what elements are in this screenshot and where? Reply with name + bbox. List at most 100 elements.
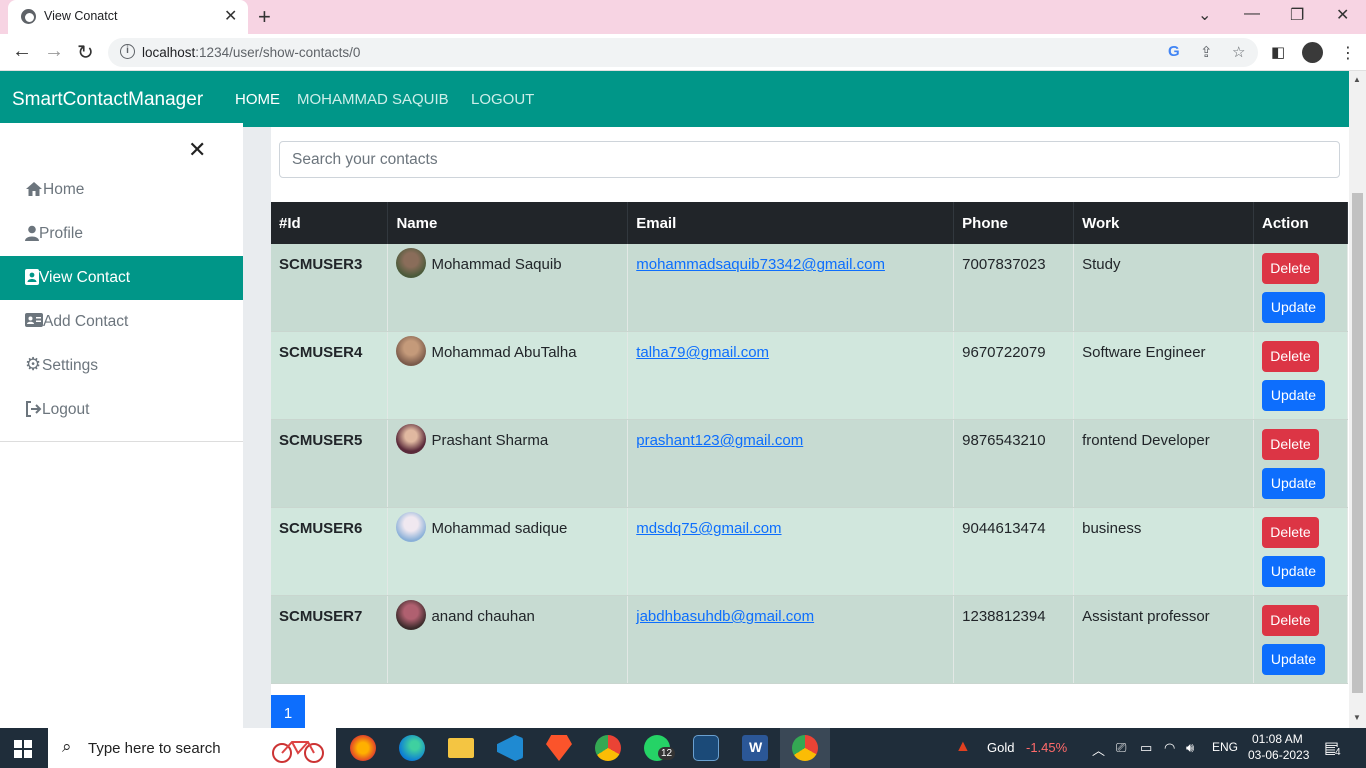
table-row: SCMUSER3 Mohammad Saquib mohammadsaquib7… — [271, 244, 1349, 332]
google-icon[interactable]: G — [1168, 43, 1180, 60]
sidebar-item-logout[interactable]: Logout — [0, 388, 243, 432]
contact-id: SCMUSER4 — [271, 331, 389, 420]
scroll-thumb[interactable] — [1352, 193, 1363, 693]
brand-logo[interactable]: SmartContactManager — [12, 89, 203, 111]
update-button[interactable]: Update — [1261, 292, 1325, 323]
delete-button[interactable]: Delete — [1261, 253, 1319, 284]
globe-icon — [21, 9, 36, 24]
battery-icon[interactable]: ▭ — [1140, 740, 1152, 756]
gold-label[interactable]: Gold — [987, 740, 1014, 755]
mysql-workbench-icon[interactable] — [693, 735, 719, 761]
windows-taskbar: ⌕ Type here to search 12 W ▲ Gold -1.45%… — [0, 728, 1366, 768]
tab-close-icon[interactable]: ✕ — [224, 6, 237, 26]
contact-avatar — [396, 248, 427, 278]
sidebar-item-label: Settings — [42, 357, 99, 374]
volume-icon[interactable]: 🔊︎ — [1186, 740, 1194, 756]
clock-time[interactable]: 01:08 AM — [1252, 732, 1303, 746]
header-phone: Phone — [953, 202, 1075, 244]
update-button[interactable]: Update — [1261, 556, 1325, 587]
wifi-icon[interactable]: ◠ — [1164, 740, 1175, 756]
app-navbar: SmartContactManager HOME MOHAMMAD SAQUIB… — [0, 71, 1349, 127]
firefox-icon[interactable] — [350, 735, 376, 761]
menu-icon[interactable]: ⋮ — [1340, 43, 1356, 63]
browser-tab[interactable]: View Conatct ✕ — [8, 0, 248, 34]
contact-name-cell: Mohammad Saquib — [387, 244, 629, 332]
forward-icon[interactable]: → — [44, 40, 64, 63]
pagination-page-1[interactable]: 1 — [271, 695, 305, 728]
minimize-icon[interactable]: — — [1244, 5, 1260, 23]
clock-date[interactable]: 03-06-2023 — [1248, 748, 1309, 762]
tab-search-icon[interactable]: ⌄ — [1198, 5, 1211, 25]
language-indicator[interactable]: ENG — [1212, 740, 1238, 754]
contact-email-link[interactable]: prashant123@gmail.com — [636, 432, 803, 449]
search-icon: ⌕ — [62, 737, 72, 756]
table-row: SCMUSER5 Prashant Sharma prashant123@gma… — [271, 419, 1349, 508]
contact-work: business — [1073, 507, 1254, 596]
share-icon[interactable]: ⇪ — [1200, 43, 1213, 61]
address-bar[interactable]: i localhost:1234/user/show-contacts/0 G … — [108, 38, 1258, 67]
contact-actions: Delete Update — [1253, 331, 1349, 420]
windows-start-icon[interactable] — [14, 740, 32, 758]
contact-id: SCMUSER7 — [271, 595, 389, 684]
delete-button[interactable]: Delete — [1261, 429, 1319, 460]
taskbar-search[interactable]: ⌕ Type here to search — [48, 728, 336, 768]
update-button[interactable]: Update — [1261, 380, 1325, 411]
window-close-icon[interactable]: ✕ — [1336, 5, 1349, 25]
back-icon[interactable]: ← — [12, 40, 32, 63]
tray-chevron-icon[interactable]: ︿ — [1092, 740, 1105, 759]
nav-user-link[interactable]: MOHAMMAD SAQUIB — [297, 91, 449, 108]
contact-phone: 7007837023 — [953, 244, 1075, 332]
contact-avatar — [396, 424, 427, 454]
sidebar-divider — [0, 441, 243, 442]
whatsapp-icon[interactable]: 12 — [644, 735, 676, 761]
edge-icon[interactable] — [399, 735, 425, 761]
gold-change: -1.45% — [1026, 740, 1068, 755]
contact-name: anand chauhan — [431, 608, 535, 625]
address-card-icon — [25, 313, 43, 331]
sidebar-close-icon[interactable]: ✕ — [188, 137, 206, 163]
contact-avatar — [396, 336, 427, 366]
contact-email-link[interactable]: mohammadsaquib73342@gmail.com — [636, 256, 885, 273]
scroll-up-icon[interactable]: ▲ — [1353, 75, 1361, 84]
sidebar-item-view-contact[interactable]: View Contact — [0, 256, 243, 300]
delete-button[interactable]: Delete — [1261, 517, 1319, 548]
page-scrollbar[interactable]: ▲ ▼ — [1349, 71, 1366, 728]
contact-email-link[interactable]: talha79@gmail.com — [636, 344, 769, 361]
contact-name: Prashant Sharma — [431, 432, 549, 449]
sidebar-item-home[interactable]: Home — [0, 168, 243, 212]
sidebar-item-label: Profile — [39, 225, 83, 242]
nav-logout-link[interactable]: LOGOUT — [471, 91, 534, 108]
vscode-icon[interactable] — [497, 735, 523, 761]
scroll-down-icon[interactable]: ▼ — [1353, 713, 1361, 722]
delete-button[interactable]: Delete — [1261, 341, 1319, 372]
bookmark-star-icon[interactable]: ☆ — [1232, 43, 1245, 61]
contact-phone: 9876543210 — [953, 419, 1075, 508]
contact-email-link[interactable]: mdsdq75@gmail.com — [636, 520, 781, 537]
new-tab-button[interactable]: + — [258, 4, 271, 30]
contact-name: Mohammad AbuTalha — [431, 344, 577, 361]
restore-icon[interactable]: ❐ — [1290, 5, 1304, 25]
update-button[interactable]: Update — [1261, 468, 1325, 499]
chrome-icon[interactable] — [595, 735, 621, 761]
word-icon[interactable]: W — [742, 735, 768, 761]
contact-id: SCMUSER3 — [271, 244, 389, 332]
delete-button[interactable]: Delete — [1261, 605, 1319, 636]
nav-home-link[interactable]: HOME — [235, 91, 280, 108]
sidebar-item-profile[interactable]: Profile — [0, 212, 243, 256]
contact-email-link[interactable]: jabdhbasuhdb@gmail.com — [636, 608, 814, 625]
contact-email-cell: prashant123@gmail.com — [627, 419, 955, 508]
brave-icon[interactable] — [546, 735, 572, 761]
side-panel-icon[interactable]: ◧ — [1271, 43, 1285, 61]
meet-now-icon[interactable]: ⎚ — [1116, 740, 1126, 756]
chrome-active-icon[interactable] — [792, 735, 818, 761]
file-explorer-icon[interactable] — [448, 738, 474, 758]
update-button[interactable]: Update — [1261, 644, 1325, 675]
profile-avatar[interactable] — [1302, 42, 1323, 63]
reload-icon[interactable]: ↻ — [77, 40, 94, 65]
contact-actions: Delete Update — [1253, 244, 1349, 332]
search-input[interactable]: Search your contacts — [279, 141, 1340, 178]
sidebar-item-add-contact[interactable]: Add Contact — [0, 300, 243, 344]
site-info-icon[interactable]: i — [120, 44, 135, 59]
sidebar-item-settings[interactable]: ⚙ Settings — [0, 344, 243, 388]
contact-avatar — [396, 600, 427, 630]
